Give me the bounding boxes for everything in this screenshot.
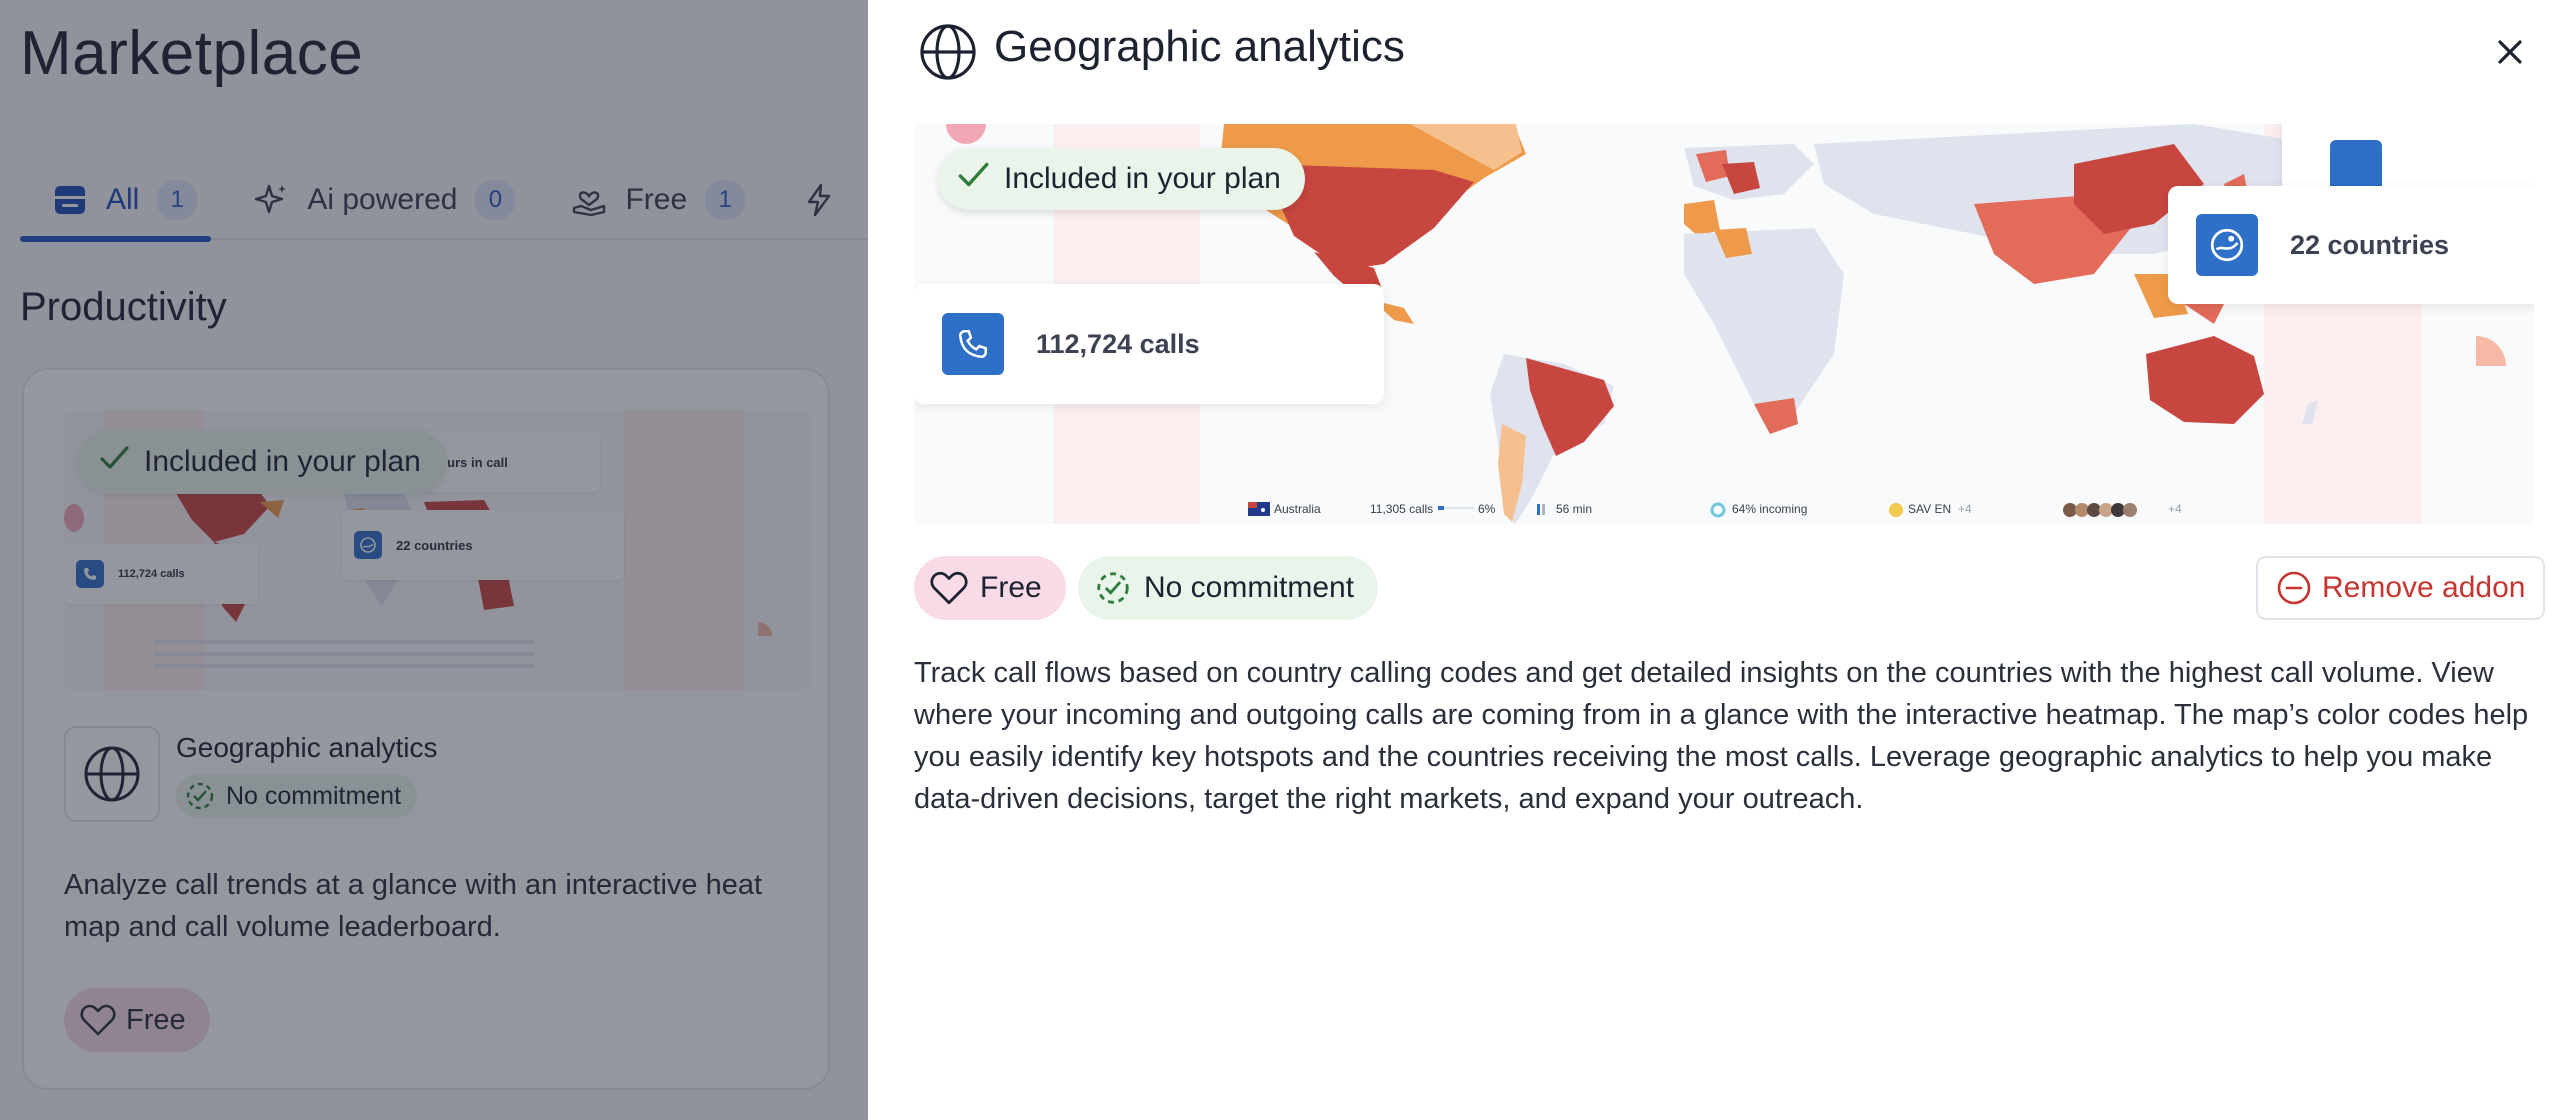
globe-pin-icon — [2196, 214, 2258, 276]
drawer-description: Track call flows based on country callin… — [914, 657, 2529, 815]
remove-addon-label: Remove addon — [2322, 571, 2526, 604]
dashed-circle-check-icon — [1094, 569, 1132, 607]
drawer-header: Geographic analytics — [868, 0, 2552, 110]
avatar-group — [2062, 502, 2158, 521]
bar-chart-icon — [1536, 502, 1550, 519]
hero-image: Included in your plan 112,724 calls 22 c… — [914, 124, 2534, 524]
top-stat-card — [2282, 124, 2534, 194]
legend-country: Australia — [1274, 502, 1321, 516]
globe-icon — [920, 24, 976, 80]
legend-incoming: 64% incoming — [1732, 502, 1808, 516]
legend-duration: 56 min — [1556, 502, 1593, 516]
no-commitment-label: No commitment — [1144, 571, 1355, 604]
check-icon — [954, 156, 992, 202]
stat-icon — [2330, 140, 2382, 192]
included-in-plan-badge: Included in your plan — [938, 148, 1305, 210]
modal-backdrop[interactable] — [0, 0, 868, 1120]
language-icon — [1888, 502, 1904, 521]
calls-value: 112,724 calls — [1036, 328, 1200, 359]
countries-stat-card: 22 countries — [2168, 186, 2534, 304]
close-button[interactable] — [2488, 30, 2532, 74]
heart-icon — [930, 570, 968, 606]
countries-value: 22 countries — [2290, 229, 2450, 260]
drawer-title: Geographic analytics — [994, 22, 1405, 71]
legend-calls-bar — [1438, 502, 1474, 516]
free-badge: Free — [914, 556, 1066, 620]
leaderboard-legend: Australia 11,305 calls 6% 56 min 64% inc… — [914, 494, 2534, 524]
legend-language: SAV EN — [1908, 502, 1952, 516]
legend-calls: 11,305 calls — [1370, 502, 1434, 516]
legend-avatars-more: +4 — [2168, 502, 2182, 516]
phone-icon — [942, 313, 1004, 375]
no-commitment-badge: No commitment — [1078, 556, 1379, 620]
addon-detail-drawer: Geographic analytics Included in your pl… — [868, 0, 2552, 1120]
country-flag-icon — [1248, 502, 1270, 519]
free-label: Free — [980, 571, 1042, 604]
included-label: Included in your plan — [1004, 162, 1281, 195]
legend-calls-pct: 6% — [1478, 502, 1496, 516]
calls-stat-card: 112,724 calls — [914, 284, 1384, 404]
remove-addon-button[interactable]: Remove addon — [2256, 556, 2546, 620]
incoming-ring-icon — [1710, 502, 1726, 521]
close-icon — [2498, 40, 2522, 64]
legend-language-more: +4 — [1958, 502, 1972, 516]
minus-circle-icon — [2276, 570, 2312, 606]
